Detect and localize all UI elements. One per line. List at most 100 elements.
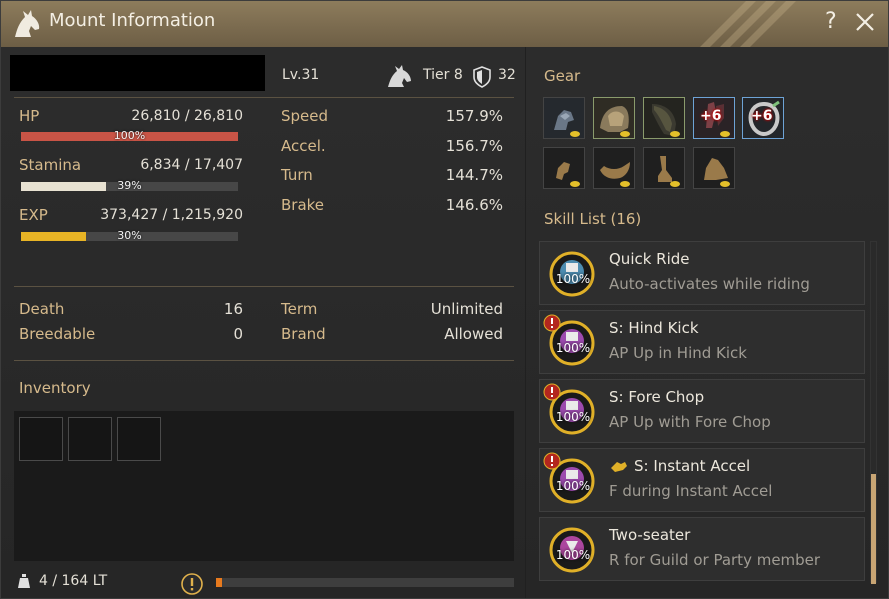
inventory-slot[interactable] xyxy=(19,417,63,461)
skill-item[interactable]: 100% Quick Ride Auto-activates while rid… xyxy=(539,241,865,305)
skill-name: S: Fore Chop xyxy=(609,388,705,406)
empty-barding-slot-icon xyxy=(644,148,684,188)
accel-label: Accel. xyxy=(281,137,326,155)
inventory-slot[interactable] xyxy=(68,417,112,461)
skill-percent: 100% xyxy=(555,410,591,424)
exp-label: EXP xyxy=(19,206,48,224)
gear-title: Gear xyxy=(544,67,581,85)
horse-tier-icon xyxy=(388,65,411,87)
saddle-icon xyxy=(594,98,634,138)
exp-value: 373,427 / 1,215,920 xyxy=(100,207,243,223)
skill-item[interactable]: 100% S: Instant Accel F during Instant A… xyxy=(539,448,865,512)
skill-name: Quick Ride xyxy=(609,250,690,268)
enhancement-level: +6 xyxy=(751,108,773,124)
mount-tier: Tier 8 xyxy=(423,67,463,83)
barding-icon xyxy=(644,98,684,138)
divider xyxy=(525,47,526,598)
hp-value: 26,810 / 26,810 xyxy=(131,108,243,124)
close-icon[interactable] xyxy=(853,10,877,34)
horse-logo-icon xyxy=(15,10,40,37)
term-value: Unlimited xyxy=(430,300,503,318)
hp-percent: 100% xyxy=(113,129,146,142)
skill-list-scrollbar[interactable] xyxy=(870,241,877,584)
stirrups-slot[interactable]: +6 xyxy=(693,97,735,139)
speed-value: 157.9% xyxy=(445,107,503,125)
empty-champron-slot-icon xyxy=(544,148,584,188)
skill-name: S: Hind Kick xyxy=(609,319,699,337)
title-decoration xyxy=(700,1,796,47)
skill-description: AP Up with Fore Chop xyxy=(609,413,771,431)
death-label: Death xyxy=(19,300,65,318)
barding-slot[interactable] xyxy=(643,97,685,139)
horse-head-armor-slot[interactable] xyxy=(543,97,585,139)
skill-description: F during Instant Accel xyxy=(609,482,773,500)
saddle-slot[interactable] xyxy=(593,97,635,139)
shield-icon xyxy=(473,66,491,88)
skill-description: R for Guild or Party member xyxy=(609,551,821,569)
weight-bar-fill xyxy=(216,578,222,587)
skill-percent: 100% xyxy=(555,548,591,562)
death-value: 16 xyxy=(223,300,243,318)
alert-icon xyxy=(543,383,561,401)
breedable-value: 0 xyxy=(233,325,243,343)
skill-item[interactable]: 100% Two-seater R for Guild or Party mem… xyxy=(539,517,865,581)
turn-label: Turn xyxy=(281,166,313,184)
stamina-label: Stamina xyxy=(19,156,82,174)
barding-slot-empty[interactable] xyxy=(643,147,685,189)
mount-name-box[interactable] xyxy=(10,55,265,91)
inventory-slot[interactable] xyxy=(117,417,161,461)
horseshoe-slot[interactable]: +6 xyxy=(742,97,784,139)
divider xyxy=(14,97,514,98)
hp-bar: 100% xyxy=(21,129,238,142)
speed-label: Speed xyxy=(281,107,329,125)
mount-information-window: Mount Information ? Lv.31 Tier 8 32 HP 2… xyxy=(0,0,889,599)
breedable-label: Breedable xyxy=(19,325,96,343)
horse-head-armor-icon xyxy=(544,98,584,138)
inventory-title: Inventory xyxy=(19,379,91,397)
tier-value: 32 xyxy=(498,67,516,83)
alert-icon xyxy=(543,452,561,470)
exp-bar: 30% xyxy=(21,229,238,242)
accel-value: 156.7% xyxy=(445,137,503,155)
skill-item[interactable]: 100% S: Fore Chop AP Up with Fore Chop xyxy=(539,379,865,443)
skill-name: Two-seater xyxy=(609,526,691,544)
skill-percent: 100% xyxy=(555,272,591,286)
title-bar[interactable]: Mount Information ? xyxy=(1,1,888,47)
brake-value: 146.6% xyxy=(445,196,503,214)
skill-percent: 100% xyxy=(555,341,591,355)
alert-icon xyxy=(543,314,561,332)
hp-label: HP xyxy=(19,107,40,125)
hand-pointer-icon xyxy=(611,462,627,472)
term-label: Term xyxy=(281,300,318,318)
empty-saddle-slot-icon xyxy=(594,148,634,188)
stamina-percent: 39% xyxy=(117,179,142,192)
help-button[interactable]: ? xyxy=(825,9,837,34)
divider xyxy=(14,286,514,287)
skill-item[interactable]: 100% S: Hind Kick AP Up in Hind Kick xyxy=(539,310,865,374)
stamina-value: 6,834 / 17,407 xyxy=(140,157,243,173)
skill-list: 100% Quick Ride Auto-activates while rid… xyxy=(539,241,865,586)
mount-level: Lv.31 xyxy=(282,67,320,83)
warning-icon[interactable] xyxy=(181,573,203,595)
weight-bar xyxy=(216,578,514,587)
weight-icon xyxy=(18,574,30,588)
divider xyxy=(14,360,514,361)
skill-description: Auto-activates while riding xyxy=(609,275,810,293)
window-title: Mount Information xyxy=(49,10,216,31)
stamina-bar: 39% xyxy=(21,179,238,192)
champron-slot-empty[interactable] xyxy=(543,147,585,189)
brand-value: Allowed xyxy=(444,325,503,343)
brake-label: Brake xyxy=(281,196,325,214)
empty-horseshoe-slot-icon xyxy=(694,148,734,188)
turn-value: 144.7% xyxy=(445,166,503,184)
skill-name: S: Instant Accel xyxy=(634,457,751,475)
skill-percent: 100% xyxy=(555,479,591,493)
brand-label: Brand xyxy=(281,325,326,343)
saddle-slot-empty[interactable] xyxy=(593,147,635,189)
inventory-weight: 4 / 164 LT xyxy=(39,573,108,589)
horseshoe-slot-empty[interactable] xyxy=(693,147,735,189)
enhancement-level: +6 xyxy=(700,108,722,124)
skill-description: AP Up in Hind Kick xyxy=(609,344,747,362)
skill-list-title: Skill List (16) xyxy=(544,210,642,228)
scrollbar-thumb[interactable] xyxy=(871,474,876,584)
